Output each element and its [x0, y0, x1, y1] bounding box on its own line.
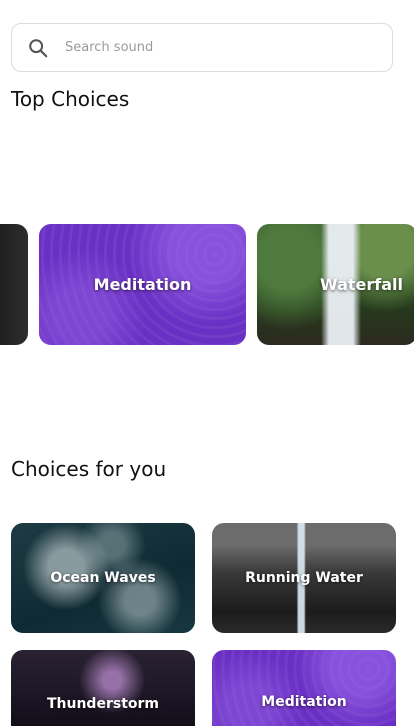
card-label: Waterfall — [320, 275, 403, 294]
card-label: Thunderstorm — [46, 696, 159, 712]
section-title-top-choices: Top Choices — [11, 87, 130, 111]
top-choice-card-waterfall[interactable]: Waterfall — [257, 224, 414, 345]
search-icon — [29, 38, 48, 57]
section-title-choices-for-you: Choices for you — [11, 457, 167, 481]
card-label: Meditation — [93, 275, 192, 294]
choice-card-meditation[interactable]: Meditation — [212, 650, 396, 726]
card-label: Running Water — [245, 570, 363, 586]
search-input[interactable] — [63, 39, 367, 56]
top-choice-card-meditation[interactable]: Meditation — [39, 224, 246, 345]
card-label: Meditation — [261, 694, 347, 710]
choice-card-thunderstorm[interactable]: Thunderstorm — [11, 650, 195, 726]
search-bar[interactable] — [11, 23, 393, 72]
choice-card-ocean-waves[interactable]: Ocean Waves — [11, 523, 195, 633]
card-label: Ocean Waves — [50, 570, 156, 586]
top-choice-card-partial[interactable] — [0, 224, 28, 345]
choice-card-running-water[interactable]: Running Water — [212, 523, 396, 633]
